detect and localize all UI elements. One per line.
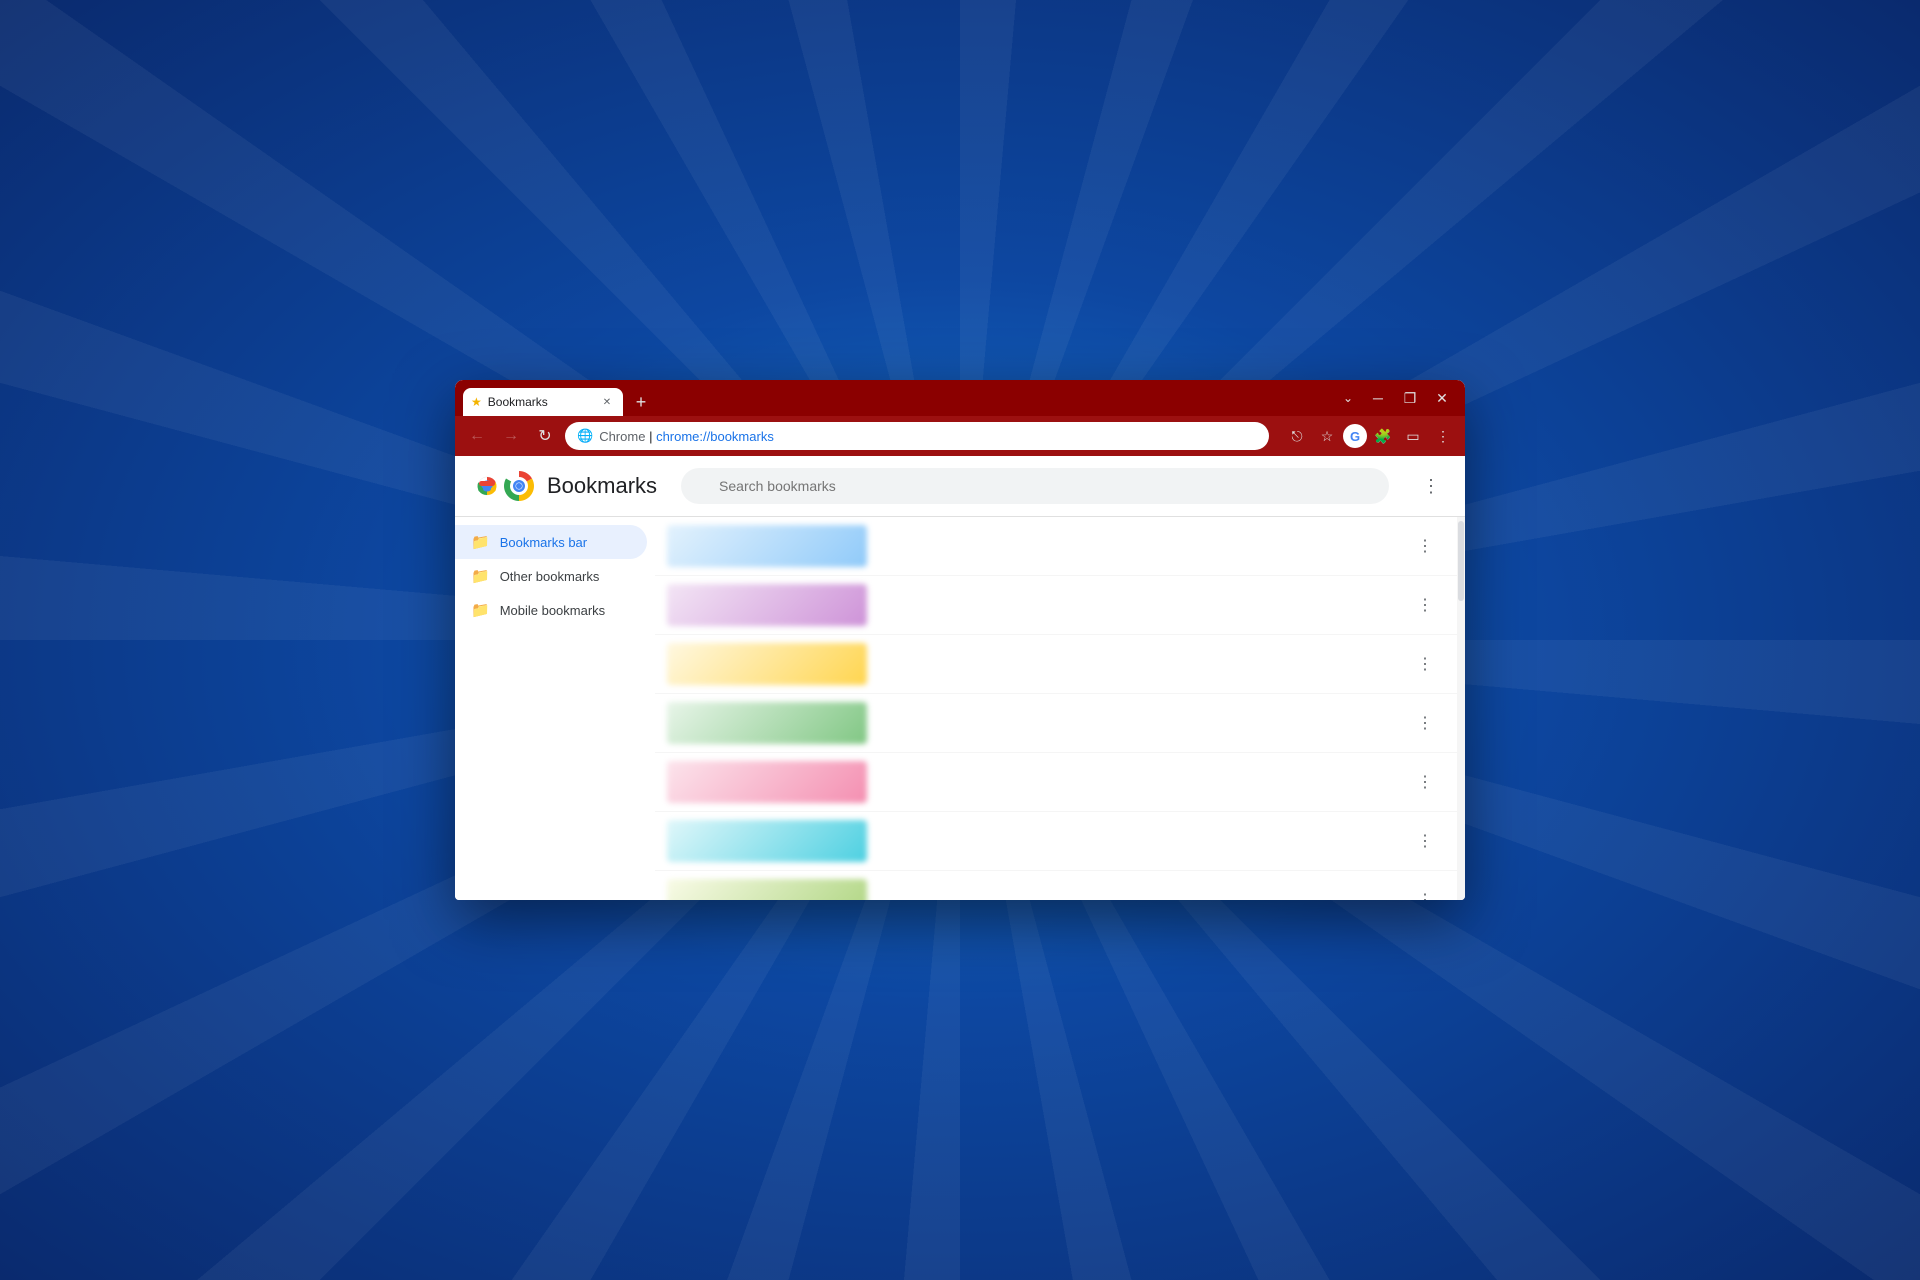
sidebar-toggle-button[interactable]: ▭ (1399, 422, 1427, 450)
sidebar-item-mobile-bookmarks[interactable]: 📁 Mobile bookmarks (455, 593, 647, 627)
google-g-icon: G (1350, 429, 1360, 444)
extensions-button[interactable]: 🧩 (1369, 422, 1397, 450)
bookmark-thumbnail-6 (667, 820, 867, 862)
title-bar: ★ Bookmarks ✕ + ⌄ ─ ❐ ✕ (455, 380, 1465, 416)
bookmarks-main: 📁 Bookmarks bar 📁 Other bookmarks 📁 Mobi… (455, 517, 1465, 900)
address-bar: ← → ↻ 🌐 Chrome | chrome://bookmarks ⎋ ☆ … (455, 416, 1465, 456)
bookmark-thumbnail-4 (667, 702, 867, 744)
tab-favicon: ★ (471, 395, 482, 409)
bookmark-menu-button-2[interactable]: ⋮ (1409, 589, 1441, 621)
sidebar-label-mobile: Mobile bookmarks (500, 603, 606, 618)
page-content: Bookmarks 🔍 ⋮ 📁 Bookmarks bar 📁 Othe (455, 456, 1465, 900)
chrome-logo-clean (503, 470, 535, 502)
tab-strip: ★ Bookmarks ✕ + (463, 380, 1327, 416)
bookmark-menu-button-1[interactable]: ⋮ (1409, 530, 1441, 562)
bookmark-item-4[interactable]: ⋮ (655, 694, 1457, 753)
active-tab[interactable]: ★ Bookmarks ✕ (463, 388, 623, 416)
search-container: 🔍 (681, 468, 1389, 504)
sidebar-item-bookmarks-bar[interactable]: 📁 Bookmarks bar (455, 525, 647, 559)
chrome-logo (471, 470, 503, 502)
bookmark-menu-button-3[interactable]: ⋮ (1409, 648, 1441, 680)
url-bar[interactable]: 🌐 Chrome | chrome://bookmarks (565, 422, 1269, 450)
sidebar-label-other: Other bookmarks (500, 569, 600, 584)
search-input[interactable] (681, 468, 1389, 504)
bookmark-item-1[interactable]: ⋮ (655, 517, 1457, 576)
refresh-button[interactable]: ↻ (531, 422, 559, 450)
url-actions: ⎋ ☆ G 🧩 ▭ ⋮ (1283, 422, 1457, 450)
bookmark-item-7[interactable]: ⋮ (655, 871, 1457, 900)
bookmark-star-button[interactable]: ☆ (1313, 422, 1341, 450)
chrome-menu-button[interactable]: ⋮ (1429, 422, 1457, 450)
bookmarks-sidebar: 📁 Bookmarks bar 📁 Other bookmarks 📁 Mobi… (455, 517, 655, 900)
url-path: chrome://bookmarks (656, 429, 774, 444)
bookmark-thumbnail-1 (667, 525, 867, 567)
bookmarks-list: ⋮⋮⋮⋮⋮⋮⋮⋮⋮⋮⋮⋮ (655, 517, 1457, 900)
maximize-button[interactable]: ❐ (1395, 386, 1425, 410)
window-controls: ⌄ ─ ❐ ✕ (1327, 386, 1465, 410)
bookmark-menu-button-5[interactable]: ⋮ (1409, 766, 1441, 798)
bookmark-thumbnail-2 (667, 584, 867, 626)
bookmarks-header: Bookmarks 🔍 ⋮ (455, 456, 1465, 517)
scrollbar-track[interactable] (1457, 517, 1465, 900)
tab-close-button[interactable]: ✕ (599, 394, 615, 410)
url-chrome-label: Chrome (599, 429, 645, 444)
chrome-window: ★ Bookmarks ✕ + ⌄ ─ ❐ ✕ ← → ↻ 🌐 Chrome |… (455, 380, 1465, 900)
share-button[interactable]: ⎋ (1283, 422, 1311, 450)
bookmark-menu-button-7[interactable]: ⋮ (1409, 884, 1441, 900)
back-button[interactable]: ← (463, 422, 491, 450)
close-button[interactable]: ✕ (1427, 386, 1457, 410)
page-title: Bookmarks (547, 473, 657, 499)
bookmark-thumbnail-7 (667, 879, 867, 900)
tab-search-button[interactable]: ⌄ (1335, 387, 1361, 409)
bookmarks-more-button[interactable]: ⋮ (1413, 468, 1449, 504)
bookmark-item-5[interactable]: ⋮ (655, 753, 1457, 812)
folder-icon-mobile: 📁 (471, 601, 490, 619)
bookmark-item-6[interactable]: ⋮ (655, 812, 1457, 871)
bookmarks-content: ⋮⋮⋮⋮⋮⋮⋮⋮⋮⋮⋮⋮ (655, 517, 1465, 900)
minimize-button[interactable]: ─ (1363, 386, 1393, 410)
google-account-button[interactable]: G (1343, 424, 1367, 448)
bookmark-thumbnail-5 (667, 761, 867, 803)
bookmark-item-3[interactable]: ⋮ (655, 635, 1457, 694)
folder-icon-other: 📁 (471, 567, 490, 585)
tab-title: Bookmarks (488, 395, 593, 409)
search-wrapper: 🔍 (681, 468, 1389, 504)
bookmark-menu-button-4[interactable]: ⋮ (1409, 707, 1441, 739)
bookmark-thumbnail-3 (667, 643, 867, 685)
bookmark-item-2[interactable]: ⋮ (655, 576, 1457, 635)
sidebar-item-other-bookmarks[interactable]: 📁 Other bookmarks (455, 559, 647, 593)
url-separator: | (649, 429, 656, 444)
scrollbar-thumb[interactable] (1458, 521, 1464, 601)
forward-button[interactable]: → (497, 422, 525, 450)
sidebar-label-bookmarks-bar: Bookmarks bar (500, 535, 587, 550)
folder-icon-bookmarks-bar: 📁 (471, 533, 490, 551)
globe-icon: 🌐 (577, 428, 593, 444)
new-tab-button[interactable]: + (627, 388, 655, 416)
bookmark-menu-button-6[interactable]: ⋮ (1409, 825, 1441, 857)
url-text: Chrome | chrome://bookmarks (599, 429, 1257, 444)
